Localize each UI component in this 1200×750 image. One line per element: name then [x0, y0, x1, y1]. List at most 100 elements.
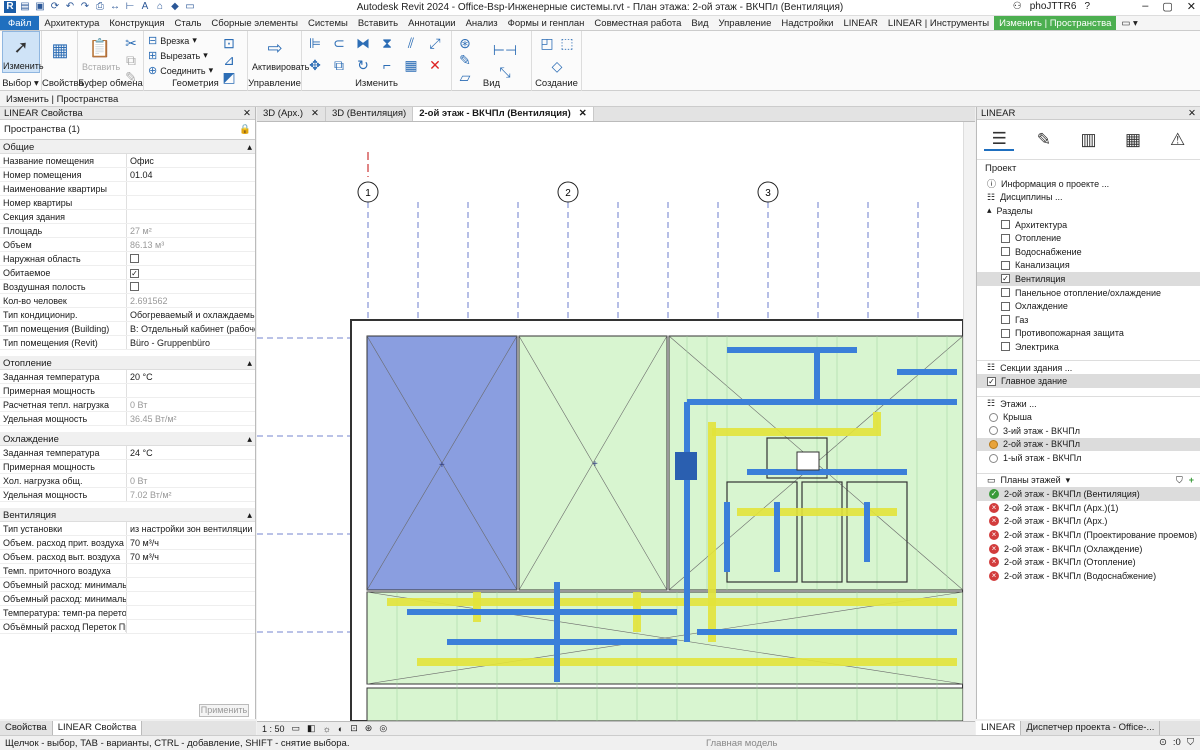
level-item[interactable]: Крыша — [977, 411, 1200, 425]
lock-icon[interactable]: 🔒 — [239, 124, 251, 135]
property-value[interactable] — [127, 564, 255, 577]
main-building-item[interactable]: ✓ Главное здание — [977, 374, 1200, 388]
section-item[interactable]: Электрика — [977, 340, 1200, 354]
property-value[interactable] — [127, 578, 255, 591]
group-icon[interactable]: ⬚ — [558, 34, 576, 52]
detail-level-icon[interactable]: ▭ — [292, 723, 301, 734]
help-icon[interactable]: ? — [1084, 1, 1090, 12]
property-value[interactable]: Büro - Gruppenbüro — [127, 336, 255, 349]
property-value[interactable]: 20 °C — [127, 370, 255, 383]
dimension-tool-icon[interactable]: ⊢⊣ — [482, 41, 528, 59]
visual-style-icon[interactable]: ◧ — [307, 723, 316, 734]
property-value[interactable] — [127, 182, 255, 195]
property-value[interactable]: из настройки зон вентиляции — [127, 522, 255, 535]
section-item[interactable]: Панельное отопление/охлаждение — [977, 286, 1200, 300]
section-checkbox[interactable] — [1001, 315, 1010, 325]
level-item[interactable]: 1-ый этаж - ВКЧПл — [977, 451, 1200, 465]
tab-view[interactable]: Вид — [686, 16, 713, 30]
section-checkbox[interactable] — [1001, 342, 1010, 352]
menu-icon[interactable]: ☰ — [984, 129, 1015, 151]
crop-icon[interactable]: ⊡ — [350, 723, 358, 734]
property-value[interactable] — [127, 252, 255, 265]
user-name[interactable]: phoJTTR6 — [1030, 1, 1077, 12]
property-value[interactable] — [127, 620, 255, 633]
calculator-icon[interactable]: ▦ — [1118, 130, 1148, 150]
tab-project-browser[interactable]: Диспетчер проекта - Office-... — [1021, 721, 1161, 735]
offset-icon[interactable]: ⊂ — [330, 34, 348, 52]
tab-linear-properties[interactable]: LINEAR Свойства — [52, 721, 143, 735]
activate-button[interactable]: ⇨ Активировать — [252, 33, 309, 73]
wall-join-icon[interactable]: ⊡ — [220, 34, 238, 52]
tab-extra-icon[interactable]: ▭ ▾ — [1116, 16, 1142, 30]
panel-close-icon[interactable]: ✕ — [1188, 108, 1196, 119]
plan-item[interactable]: × 2-ой этаж - ВКЧПл (Водоснабжение) — [977, 569, 1200, 583]
shadows-icon[interactable]: ◐ — [338, 724, 343, 734]
dropdown-icon[interactable]: ▾ — [1066, 475, 1071, 486]
property-checkbox[interactable] — [130, 282, 139, 291]
cut-geometry-button[interactable]: ⊟ Врезка ▾ — [148, 34, 197, 47]
join-button[interactable]: ⊕ Соединить ▾ — [148, 64, 213, 77]
hide-icon[interactable]: ⊛ — [365, 723, 373, 734]
tab-linear[interactable]: LINEAR — [838, 16, 882, 30]
isolate-icon[interactable]: ◎ — [379, 723, 387, 734]
collapse-icon[interactable]: ▴ — [247, 434, 252, 445]
collapse-icon[interactable]: ▴ — [247, 142, 252, 153]
grid-bubble-3[interactable]: 3 — [757, 181, 779, 203]
tab-analyze[interactable]: Анализ — [461, 16, 503, 30]
section-item[interactable]: Водоснабжение — [977, 245, 1200, 259]
cut-icon[interactable]: ✂ — [122, 34, 140, 52]
main-building-checkbox[interactable]: ✓ — [987, 376, 996, 386]
section-checkbox[interactable] — [1001, 247, 1010, 257]
warning-icon[interactable]: ⚠ — [1163, 130, 1193, 150]
tab-insert[interactable]: Вставить — [353, 16, 403, 30]
property-checkbox[interactable]: ✓ — [130, 269, 139, 278]
part-icon[interactable]: ◇ — [548, 57, 566, 75]
delete-icon[interactable]: ✕ — [426, 56, 444, 74]
mirror-draw-icon[interactable]: ⧗ — [378, 34, 396, 52]
rotate-icon[interactable]: ↻ — [354, 56, 372, 74]
tab-collaborate[interactable]: Совместная работа — [589, 16, 686, 30]
tab-linear-panel[interactable]: LINEAR — [976, 721, 1022, 735]
section-item[interactable]: Охлаждение — [977, 299, 1200, 313]
level-item[interactable]: 2-ой этаж - ВКЧПл — [977, 437, 1200, 452]
section-item[interactable]: Газ — [977, 313, 1200, 327]
property-value[interactable] — [127, 384, 255, 397]
plan-item[interactable]: × 2-ой этаж - ВКЧПл (Проектирование проем… — [977, 528, 1200, 542]
tab-annotate[interactable]: Аннотации — [403, 16, 461, 30]
tab-structure[interactable]: Конструкция — [104, 16, 169, 30]
plan-item[interactable]: × 2-ой этаж - ВКЧПл (Отопление) — [977, 555, 1200, 569]
property-value[interactable] — [127, 210, 255, 223]
grid-bubble-2[interactable]: 2 — [557, 181, 579, 203]
disciplines-item[interactable]: ☷ Дисциплины ... — [977, 191, 1200, 205]
building-sections-item[interactable]: ☷ Секции здания ... — [977, 361, 1200, 375]
drawing-canvas[interactable]: 1 2 3 + + — [257, 122, 963, 721]
property-value[interactable] — [127, 280, 255, 293]
hide-icon[interactable]: ⊛ — [456, 34, 474, 52]
property-group-header[interactable]: Вентиляция ▴ — [0, 508, 255, 522]
tab-file[interactable]: Файл — [0, 16, 40, 30]
paste-button[interactable]: 📋 Вставить — [82, 33, 120, 73]
uncut-button[interactable]: ⊞ Вырезать ▾ — [148, 49, 208, 62]
shaft[interactable] — [796, 451, 820, 471]
maximize-button[interactable]: ▢ — [1162, 0, 1172, 13]
type-selector[interactable]: Пространства (1) 🔒 — [0, 120, 255, 140]
property-value[interactable]: B: Отдельный кабинет (рабоче — [127, 322, 255, 335]
property-value[interactable]: 01.04 — [127, 168, 255, 181]
tab-floor-plan[interactable]: 2-ой этаж - ВКЧПл (Вентиляция) ✕ — [413, 107, 594, 121]
tab-manage[interactable]: Управление — [714, 16, 777, 30]
filter-icon[interactable]: ⛉ — [1187, 737, 1194, 748]
worksets-icon[interactable]: ⊙ — [1159, 737, 1167, 748]
property-value[interactable]: Офис — [127, 154, 255, 167]
section-item[interactable]: Архитектура — [977, 218, 1200, 232]
tab-steel[interactable]: Сталь — [170, 16, 207, 30]
property-value[interactable] — [127, 592, 255, 605]
section-checkbox[interactable] — [1001, 301, 1010, 311]
create-similar-icon[interactable]: ◰ — [538, 34, 556, 52]
copy-element-icon[interactable]: ⧉ — [330, 56, 348, 74]
apply-button[interactable]: Применить — [199, 704, 249, 717]
plan-item[interactable]: ✓ 2-ой этаж - ВКЧПл (Вентиляция) — [977, 487, 1200, 502]
tab-precast[interactable]: Сборные элементы — [206, 16, 303, 30]
section-item[interactable]: ✓ Вентиляция — [977, 272, 1200, 286]
level-item[interactable]: 3-ий этаж - ВКЧПл — [977, 424, 1200, 438]
tab-3d-arch[interactable]: 3D (Арх.) ✕ — [257, 107, 326, 121]
